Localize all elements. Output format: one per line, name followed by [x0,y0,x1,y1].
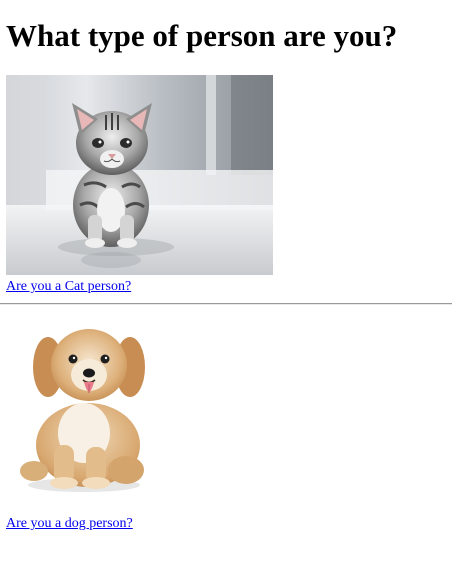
dog-person-link[interactable]: Are you a dog person? [6,516,133,532]
cat-image [6,75,273,275]
section-divider [0,303,452,305]
dog-photo-illustration [20,329,145,492]
page-title: What type of person are you? [6,18,398,53]
dog-image [14,325,148,495]
page-content: What type of person are you? Are you a C… [0,0,452,532]
cat-photo-illustration [6,75,273,275]
cat-person-link[interactable]: Are you a Cat person? [6,279,131,295]
